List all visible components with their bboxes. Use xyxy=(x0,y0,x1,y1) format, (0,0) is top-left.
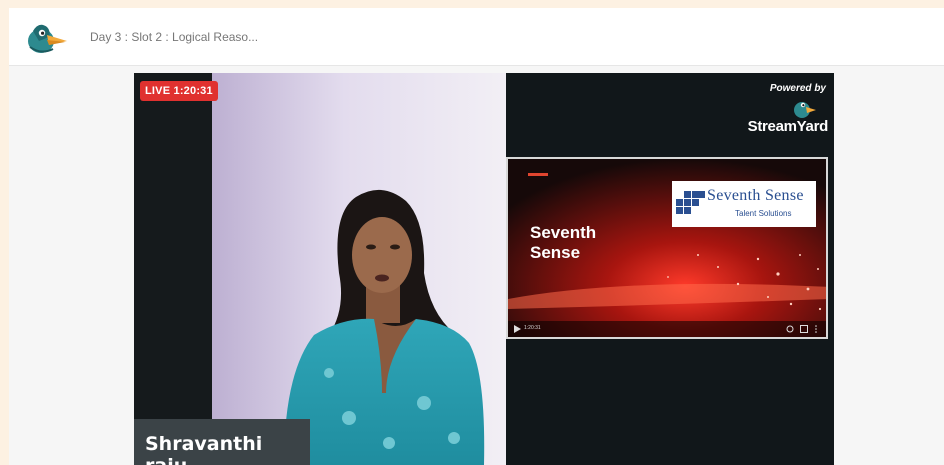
fullscreen-icon[interactable] xyxy=(800,325,808,333)
top-bar: Day 3 : Slot 2 : Logical Reaso... xyxy=(9,8,944,66)
camera-feed: LIVE 1:20:31 Shravanthi raju xyxy=(134,73,506,465)
slide-title: Seventh Sense xyxy=(530,223,596,263)
streamyard-brand: StreamYard xyxy=(747,118,829,135)
screen-share-slide: Seventh Sense Talent Solutions Seventh S… xyxy=(506,157,828,339)
play-icon[interactable] xyxy=(514,325,521,333)
powered-by-label: Powered by xyxy=(769,83,826,94)
streamyard-logo-icon xyxy=(794,102,816,118)
slide-title-line1: Seventh xyxy=(530,223,597,242)
speaker-video xyxy=(134,73,506,465)
seventh-sense-logo: Seventh Sense Talent Solutions xyxy=(672,181,816,227)
slide-title-line2: Sense xyxy=(530,243,581,262)
logo-title: Seventh Sense xyxy=(707,187,804,204)
speaker-name-tag: Shravanthi raju xyxy=(134,419,310,465)
settings-icon[interactable] xyxy=(786,325,794,333)
app-frame: Day 3 : Slot 2 : Logical Reaso... LIVE 1… xyxy=(9,8,944,465)
video-stage: LIVE 1:20:31 Shravanthi raju Powered by … xyxy=(134,73,834,465)
powered-by-block: Powered by StreamYard xyxy=(744,83,834,135)
more-options-icon[interactable] xyxy=(814,325,818,333)
logo-subtitle: Talent Solutions xyxy=(735,209,792,218)
video-time: 1:20:31 xyxy=(524,325,541,331)
page-title: Day 3 : Slot 2 : Logical Reaso... xyxy=(90,30,259,44)
duck-logo-icon[interactable] xyxy=(25,21,69,55)
slide-accent-bar xyxy=(528,173,548,176)
live-badge: LIVE 1:20:31 xyxy=(140,81,218,101)
grid-logo-icon xyxy=(676,191,705,214)
video-controls: 1:20:31 xyxy=(508,321,826,337)
